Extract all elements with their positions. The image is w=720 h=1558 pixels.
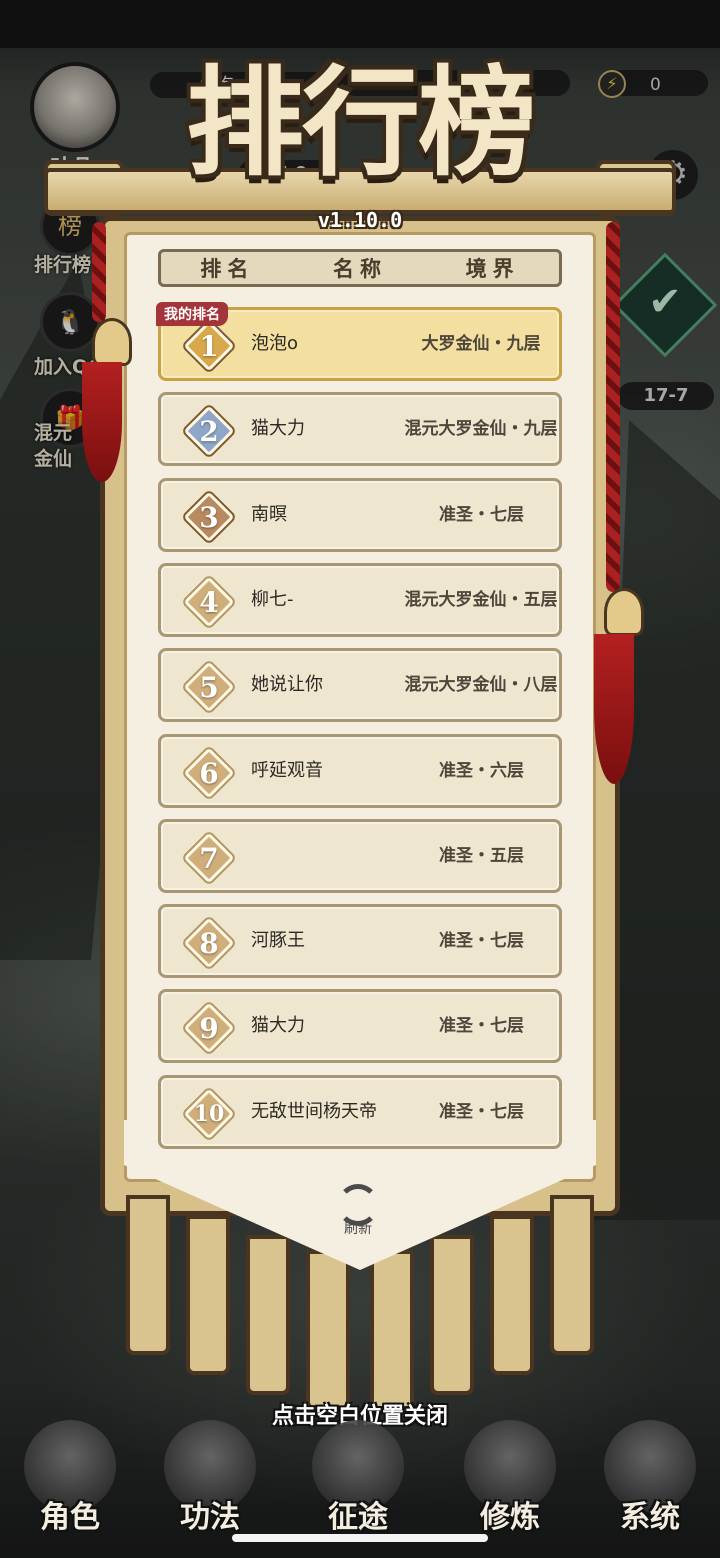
tassel-left bbox=[82, 362, 122, 482]
banner-fringe bbox=[490, 1215, 534, 1375]
rank-badge-icon: 8 bbox=[183, 917, 235, 969]
realm-cell: 准圣・七层 bbox=[439, 505, 524, 525]
nav-label: 征途 bbox=[328, 1500, 388, 1535]
banner-fringe bbox=[370, 1250, 414, 1410]
leaderboard-row[interactable]: 5 她说让你 混元大罗金仙・八层 bbox=[158, 648, 562, 722]
rank-number: 10 bbox=[193, 1101, 225, 1127]
tassel-right bbox=[594, 634, 634, 784]
rank-number: 1 bbox=[199, 329, 219, 363]
rank-badge-icon: 2 bbox=[183, 405, 235, 457]
rank-number: 9 bbox=[199, 1011, 219, 1045]
rank-badge-icon: 10 bbox=[183, 1088, 235, 1140]
leaderboard-title: 排行榜 bbox=[185, 53, 536, 192]
realm-cell: 准圣・七层 bbox=[439, 931, 524, 951]
nav-cultivate[interactable]: 修炼 bbox=[450, 1420, 570, 1548]
leaderboard-row[interactable]: 6 呼延观音 准圣・六层 bbox=[158, 734, 562, 808]
column-name: 名称 bbox=[333, 256, 387, 281]
player-name-cell: 猫大力 bbox=[251, 1015, 305, 1036]
player-name-cell: 猫大力 bbox=[251, 418, 305, 439]
rank-number: 4 bbox=[199, 585, 219, 619]
player-name-cell: 无敌世间杨天帝 bbox=[251, 1101, 377, 1122]
column-rank: 排名 bbox=[200, 256, 255, 281]
version-label: v1.10.0 bbox=[317, 208, 403, 232]
rank-number: 2 bbox=[199, 414, 219, 448]
nav-skills[interactable]: 功法 bbox=[150, 1420, 270, 1548]
nav-character[interactable]: 角色 bbox=[10, 1420, 130, 1548]
rank-badge-icon: 1 bbox=[183, 320, 235, 372]
column-realm: 境界 bbox=[465, 256, 520, 281]
nav-label: 系统 bbox=[620, 1500, 680, 1535]
tassel-knot-right bbox=[604, 588, 644, 636]
rank-number: 8 bbox=[199, 926, 219, 960]
realm-cell: 混元大罗金仙・五层 bbox=[404, 590, 558, 610]
player-name-cell: 柳七- bbox=[251, 589, 294, 610]
realm-cell: 大罗金仙・九层 bbox=[421, 334, 541, 354]
tassel-knot-left bbox=[92, 318, 132, 366]
realm-cell: 准圣・七层 bbox=[439, 1016, 524, 1036]
banner-fringe bbox=[306, 1250, 350, 1410]
banner-fringe bbox=[126, 1195, 170, 1355]
nav-system[interactable]: 系统 bbox=[590, 1420, 710, 1548]
realm-cell: 准圣・六层 bbox=[439, 761, 524, 781]
rank-badge-icon: 5 bbox=[183, 661, 235, 713]
my-rank-tag: 我的排名 bbox=[156, 302, 228, 326]
rank-badge-icon: 3 bbox=[183, 491, 235, 543]
rank-badge-icon: 4 bbox=[183, 576, 235, 628]
realm-cell: 准圣・五层 bbox=[439, 846, 524, 866]
leaderboard-header: 排名 名称 境界 bbox=[158, 249, 562, 287]
rank-number: 6 bbox=[199, 756, 219, 790]
rank-number: 3 bbox=[199, 500, 219, 534]
rank-badge-icon: 9 bbox=[183, 1002, 235, 1054]
leaderboard-row[interactable]: 4 柳七- 混元大罗金仙・五层 bbox=[158, 563, 562, 637]
player-name-cell: 她说让你 bbox=[251, 674, 323, 695]
leaderboard-row[interactable]: 7 准圣・五层 bbox=[158, 819, 562, 893]
player-name-cell: 河豚王 bbox=[251, 930, 305, 951]
nav-label: 功法 bbox=[180, 1500, 240, 1535]
home-indicator[interactable] bbox=[232, 1534, 488, 1542]
realm-cell: 混元大罗金仙・九层 bbox=[404, 419, 558, 439]
banner-fringe bbox=[430, 1235, 474, 1395]
tassel-rope-left bbox=[92, 222, 106, 322]
leaderboard-row[interactable]: 2 猫大力 混元大罗金仙・九层 bbox=[158, 392, 562, 466]
tassel-rope-right bbox=[606, 222, 620, 592]
leaderboard-row[interactable]: 8 河豚王 准圣・七层 bbox=[158, 904, 562, 978]
realm-cell: 混元大罗金仙・八层 bbox=[404, 675, 558, 695]
nav-journey[interactable]: 征途 bbox=[298, 1420, 418, 1548]
realm-cell: 准圣・七层 bbox=[439, 1102, 524, 1122]
banner-fringe bbox=[186, 1215, 230, 1375]
nav-label: 修炼 bbox=[480, 1500, 540, 1535]
rank-number: 5 bbox=[199, 670, 219, 704]
rank-badge-icon: 6 bbox=[183, 747, 235, 799]
leaderboard-row[interactable]: 9 猫大力 准圣・七层 bbox=[158, 989, 562, 1063]
rank-badge-icon: 7 bbox=[183, 832, 235, 884]
player-name-cell: 泡泡o bbox=[251, 333, 299, 354]
leaderboard-row[interactable]: 3 南暝 准圣・七层 bbox=[158, 478, 562, 552]
player-name-cell: 呼延观音 bbox=[251, 760, 323, 781]
refresh-button-label[interactable]: 刷新 bbox=[330, 1218, 386, 1238]
leaderboard-row[interactable]: 10 无敌世间杨天帝 准圣・七层 bbox=[158, 1075, 562, 1149]
banner-fringe bbox=[246, 1235, 290, 1395]
rank-number: 7 bbox=[199, 841, 219, 875]
player-name-cell: 南暝 bbox=[251, 504, 287, 525]
nav-label: 角色 bbox=[40, 1500, 100, 1535]
banner-fringe bbox=[550, 1195, 594, 1355]
